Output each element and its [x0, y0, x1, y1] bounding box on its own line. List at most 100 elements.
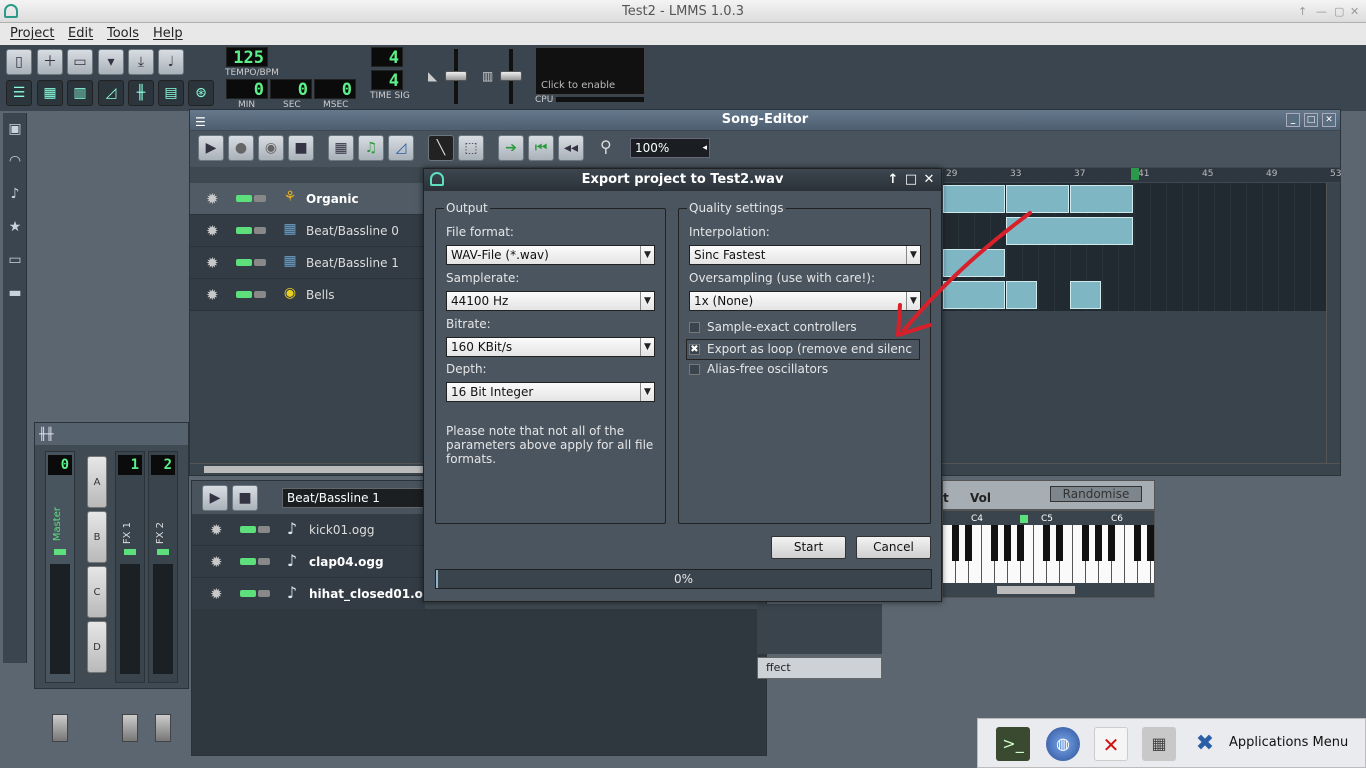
xfce-mouse-icon[interactable]: ✖ — [1188, 727, 1222, 761]
menu-project[interactable]: Project — [10, 26, 54, 41]
black-key[interactable] — [1095, 525, 1102, 561]
bb-editor-icon[interactable]: ▦ — [37, 80, 63, 106]
terminal-icon[interactable]: >_ — [996, 727, 1030, 761]
gear-icon[interactable]: ✹ — [210, 521, 223, 539]
mute-led[interactable] — [240, 590, 256, 597]
fader-knob[interactable] — [155, 714, 171, 742]
gear-icon[interactable]: ✹ — [206, 190, 219, 208]
add-sample-track-icon[interactable]: ♫ — [358, 135, 384, 161]
add-automation-track-icon[interactable]: ◿ — [388, 135, 414, 161]
song-track-row[interactable]: ✹ ▦ Beat/Bassline 1 — [190, 247, 423, 279]
root-directory-icon[interactable]: ▭ — [6, 252, 24, 270]
applications-menu[interactable]: Applications Menu — [1229, 735, 1348, 750]
gear-icon[interactable]: ✹ — [206, 254, 219, 272]
black-key[interactable] — [965, 525, 972, 561]
window-close-icon[interactable]: ✕ — [1350, 0, 1359, 23]
track-name[interactable]: Bells — [306, 288, 335, 302]
draw-mode-icon[interactable]: ╲ — [428, 135, 454, 161]
black-key[interactable] — [1043, 525, 1050, 561]
black-key[interactable] — [991, 525, 998, 561]
gear-icon[interactable]: ✹ — [210, 585, 223, 603]
checkbox-box[interactable] — [689, 322, 700, 333]
close-icon[interactable]: ✕ — [920, 169, 938, 191]
window-minimize-icon[interactable]: — — [1316, 0, 1327, 23]
fx-channel-fader[interactable] — [153, 564, 173, 742]
black-key[interactable] — [1082, 525, 1089, 561]
stop-icon[interactable]: ■ — [288, 135, 314, 161]
checkbox-box[interactable]: ✖ — [689, 344, 700, 355]
my-presets-icon[interactable]: ♪ — [6, 186, 24, 204]
cancel-button[interactable]: Cancel — [856, 536, 931, 559]
base-note-marker[interactable] — [1020, 515, 1028, 523]
solo-led[interactable] — [254, 195, 266, 202]
black-key[interactable] — [1056, 525, 1063, 561]
maximize-icon[interactable]: □ — [902, 169, 920, 191]
my-samples-icon[interactable]: ◠ — [6, 153, 24, 171]
fx-channel-fader[interactable] — [120, 564, 140, 742]
solo-led[interactable] — [254, 227, 266, 234]
mute-led[interactable] — [240, 526, 256, 533]
song-track-row[interactable]: ✹ ◉ Bells — [190, 279, 423, 311]
samplerate-select[interactable]: 44100 Hz ▼ — [446, 291, 655, 311]
bb-play-icon[interactable]: ▶ — [202, 485, 228, 511]
black-key[interactable] — [1147, 525, 1154, 561]
mute-led[interactable] — [236, 195, 252, 202]
close-app-icon[interactable]: ✕ — [1094, 727, 1128, 761]
fx-channel-led[interactable] — [157, 549, 169, 555]
timesig-numerator[interactable]: 4 — [371, 47, 403, 68]
recent-projects-icon[interactable]: ▾ — [98, 49, 124, 75]
bells-pattern[interactable] — [1070, 281, 1101, 309]
bb-track-row[interactable]: ✹ ♪ clap04.ogg — [192, 546, 425, 578]
mute-led[interactable] — [236, 291, 252, 298]
fx-channel-1[interactable]: 1 FX 1 — [115, 451, 145, 742]
bb-track-row[interactable]: ✹ ♪ kick01.ogg — [192, 514, 425, 546]
song-track-row[interactable]: ✹ ⚘ Organic — [190, 183, 423, 215]
track-name[interactable]: Beat/Bassline 1 — [306, 256, 399, 270]
window-switch-icon[interactable]: ▦ — [1142, 727, 1176, 761]
song-editor-icon[interactable]: ☰ — [6, 80, 32, 106]
solo-led[interactable] — [254, 291, 266, 298]
oscilloscope[interactable]: Click to enable — [535, 47, 645, 95]
master-volume-slider[interactable] — [445, 71, 467, 81]
maximize-icon[interactable]: □ — [1304, 113, 1318, 127]
mute-led[interactable] — [240, 558, 256, 565]
window-maximize-icon[interactable]: ▢ — [1334, 0, 1344, 23]
bank-c-button[interactable]: C — [87, 566, 107, 618]
shade-icon[interactable]: ↑ — [884, 169, 902, 191]
add-effect-button[interactable]: ffect — [757, 657, 882, 679]
fader-knob[interactable] — [122, 714, 138, 742]
my-computer-icon[interactable]: ▬ — [6, 285, 24, 303]
master-pitch-slider[interactable] — [500, 71, 522, 81]
checkbox-box[interactable] — [689, 364, 700, 375]
piano-scrollbar[interactable] — [943, 583, 1154, 597]
controller-rack-icon[interactable]: ⊛ — [188, 80, 214, 106]
minimize-icon[interactable]: _ — [1286, 113, 1300, 127]
solo-led[interactable] — [258, 590, 270, 597]
song-vertical-scrollbar[interactable] — [1326, 183, 1340, 463]
song-track-row[interactable]: ✹ ▦ Beat/Bassline 0 — [190, 215, 423, 247]
gear-icon[interactable]: ✹ — [206, 222, 219, 240]
gear-icon[interactable]: ✹ — [206, 286, 219, 304]
open-project-icon[interactable]: ▭ — [67, 49, 93, 75]
window-up-icon[interactable]: ↑ — [1298, 0, 1307, 23]
back-to-start-icon[interactable]: ⏮ — [528, 135, 554, 161]
bb-track-row[interactable]: ✹ ♪ hihat_closed01.ogg — [192, 578, 440, 610]
edit-mode-icon[interactable]: ⬚ — [458, 135, 484, 161]
web-browser-icon[interactable]: ◍ — [1046, 727, 1080, 761]
bank-b-button[interactable]: B — [87, 511, 107, 563]
interpolation-select[interactable]: Sinc Fastest ▼ — [689, 245, 921, 265]
close-icon[interactable]: ✕ — [1322, 113, 1336, 127]
piano-scroll-thumb[interactable] — [997, 586, 1075, 594]
bb-stop-icon[interactable]: ■ — [232, 485, 258, 511]
fader-knob[interactable] — [52, 714, 68, 742]
mute-led[interactable] — [236, 227, 252, 234]
automation-editor-icon[interactable]: ◿ — [98, 80, 124, 106]
follow-playhead-icon[interactable]: ➔ — [498, 135, 524, 161]
piano-roll-icon[interactable]: ▥ — [67, 80, 93, 106]
file-format-select[interactable]: WAV-File (*.wav) ▼ — [446, 245, 655, 265]
black-key[interactable] — [952, 525, 959, 561]
loop-marker[interactable] — [1131, 168, 1139, 180]
project-notes-icon[interactable]: ▤ — [158, 80, 184, 106]
scroll-thumb[interactable] — [204, 466, 424, 473]
bb-track-select[interactable]: Beat/Bassline 1 — [282, 488, 432, 508]
